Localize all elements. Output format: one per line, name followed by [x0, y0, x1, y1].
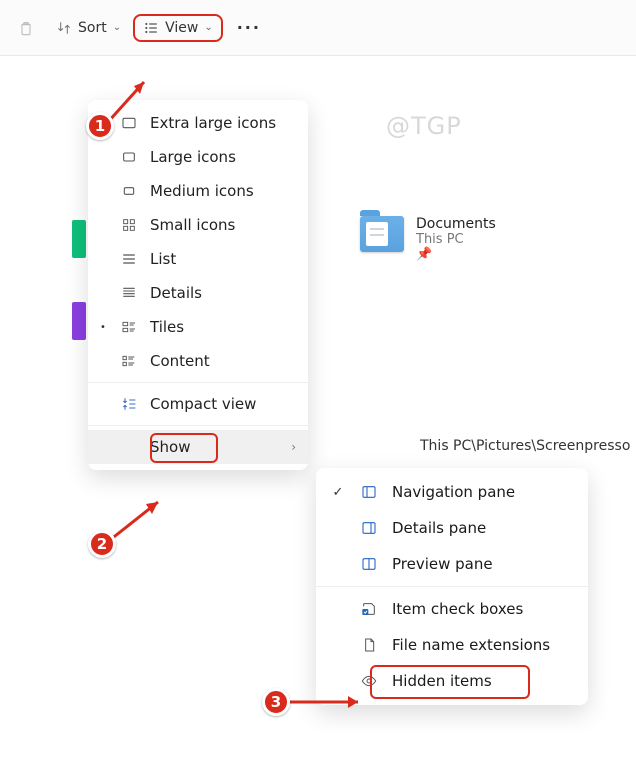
small-icons-icon	[120, 217, 138, 233]
folder-subtitle: This PC	[416, 232, 496, 247]
bullet-selected-icon: •	[98, 322, 108, 333]
details-pane-icon	[360, 520, 378, 536]
documents-folder-icon	[360, 216, 404, 252]
menu-item-content[interactable]: Content	[88, 344, 308, 378]
submenu-item-file-extensions[interactable]: File name extensions	[316, 627, 588, 663]
menu-label: Medium icons	[150, 182, 254, 200]
navigation-pane-icon	[360, 484, 378, 500]
item-check-boxes-icon	[360, 601, 378, 617]
chevron-down-icon: ⌄	[204, 22, 212, 33]
submenu-label: Preview pane	[392, 555, 493, 573]
menu-label: Compact view	[150, 395, 256, 413]
callout-1: 1	[86, 112, 114, 140]
menu-item-tiles[interactable]: • Tiles	[88, 310, 308, 344]
submenu-label: Details pane	[392, 519, 486, 537]
chevron-right-icon: ›	[291, 440, 296, 454]
callout-2: 2	[88, 530, 116, 558]
arrow-icon	[288, 692, 370, 712]
delete-icon[interactable]	[8, 10, 44, 46]
menu-item-medium-icons[interactable]: Medium icons	[88, 174, 308, 208]
menu-item-small-icons[interactable]: Small icons	[88, 208, 308, 242]
breadcrumb: This PC\Pictures\Screenpresso	[420, 438, 630, 454]
toolbar: Sort ⌄ View ⌄ ···	[0, 0, 636, 56]
menu-label: Details	[150, 284, 202, 302]
medium-icons-icon	[120, 183, 138, 199]
content-icon	[120, 353, 138, 369]
sort-icon	[56, 20, 72, 36]
view-label: View	[165, 20, 198, 36]
menu-item-list[interactable]: List	[88, 242, 308, 276]
menu-divider	[88, 382, 308, 383]
submenu-item-details-pane[interactable]: Details pane	[316, 510, 588, 546]
menu-label: Tiles	[150, 318, 184, 336]
chevron-down-icon: ⌄	[113, 22, 121, 33]
menu-label: List	[150, 250, 176, 268]
menu-item-compact-view[interactable]: Compact view	[88, 387, 308, 421]
submenu-label: Navigation pane	[392, 483, 515, 501]
callout-badge: 2	[88, 530, 116, 558]
folder-item-documents[interactable]: Documents This PC 📌	[360, 216, 496, 262]
callout-badge: 3	[262, 688, 290, 716]
submenu-label: File name extensions	[392, 636, 550, 654]
menu-item-details[interactable]: Details	[88, 276, 308, 310]
tiles-icon	[120, 319, 138, 335]
list-icon	[120, 251, 138, 267]
view-menu: Extra large icons Large icons Medium ico…	[88, 100, 308, 470]
sort-label: Sort	[78, 20, 107, 36]
file-extensions-icon	[360, 637, 378, 653]
large-icons-icon	[120, 149, 138, 165]
menu-label: Extra large icons	[150, 114, 276, 132]
checkmark-icon: ✓	[330, 485, 346, 500]
highlight-box	[370, 665, 530, 699]
pin-icon: 📌	[416, 247, 496, 262]
menu-item-show[interactable]: Show ›	[88, 430, 308, 464]
menu-item-large-icons[interactable]: Large icons	[88, 140, 308, 174]
menu-label: Small icons	[150, 216, 235, 234]
sort-button[interactable]: Sort ⌄	[46, 14, 131, 42]
view-icon	[143, 20, 159, 36]
submenu-item-preview-pane[interactable]: Preview pane	[316, 546, 588, 582]
submenu-item-navigation-pane[interactable]: ✓ Navigation pane	[316, 474, 588, 510]
submenu-item-check-boxes[interactable]: Item check boxes	[316, 591, 588, 627]
view-button[interactable]: View ⌄	[133, 14, 223, 42]
preview-pane-icon	[360, 556, 378, 572]
compact-view-icon	[120, 396, 138, 412]
menu-divider	[88, 425, 308, 426]
highlight-box	[150, 433, 218, 463]
menu-label: Large icons	[150, 148, 236, 166]
show-submenu: ✓ Navigation pane Details pane Preview p…	[316, 468, 588, 705]
more-button[interactable]: ···	[225, 18, 273, 37]
menu-label: Content	[150, 352, 210, 370]
submenu-label: Item check boxes	[392, 600, 523, 618]
watermark-text: @TGP	[386, 112, 462, 140]
callout-badge: 1	[86, 112, 114, 140]
folder-title: Documents	[416, 216, 496, 232]
callout-3: 3	[262, 688, 290, 716]
sidebar-item-fragment[interactable]	[72, 220, 86, 258]
menu-divider	[316, 586, 588, 587]
sidebar-item-fragment[interactable]	[72, 302, 86, 340]
details-icon	[120, 285, 138, 301]
